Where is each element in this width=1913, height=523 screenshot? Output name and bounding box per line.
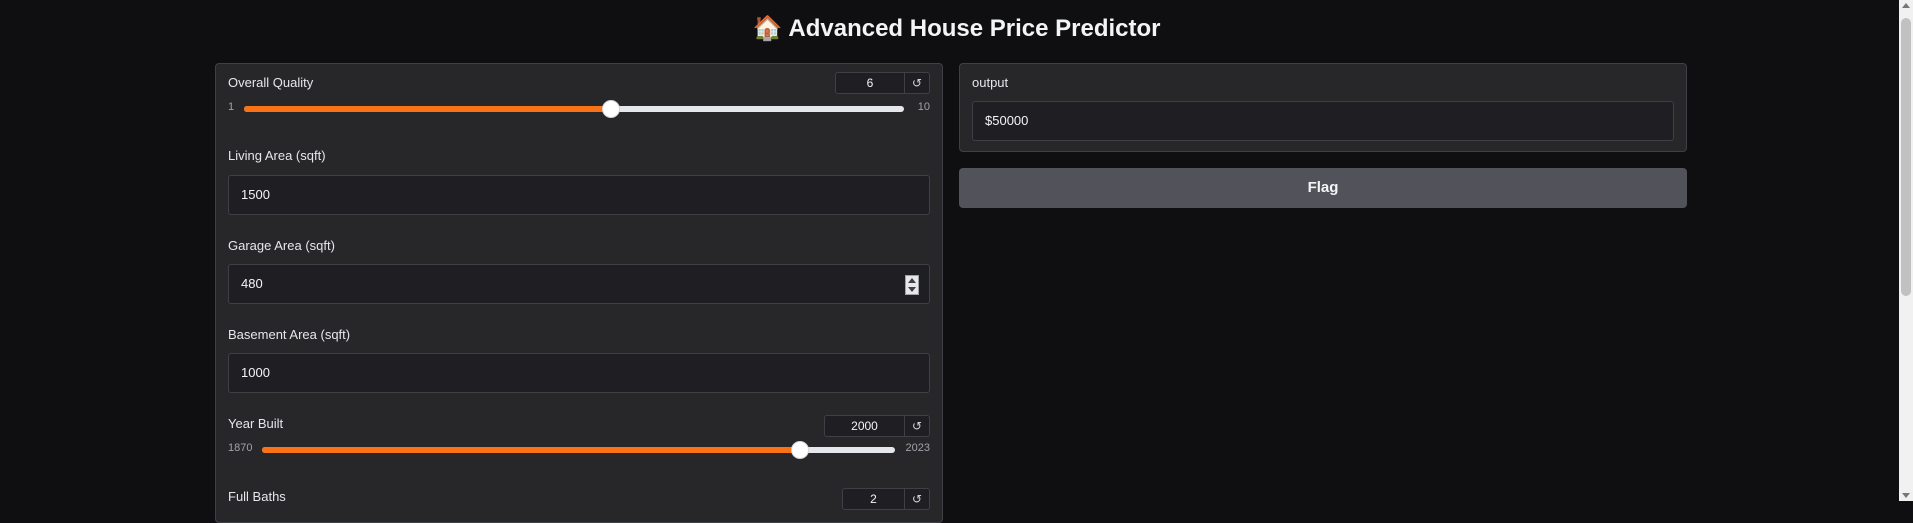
garage-area-input[interactable]: 480: [228, 264, 930, 304]
output-panel: output $50000: [959, 63, 1687, 152]
scroll-down-icon[interactable]: [1902, 493, 1910, 498]
living-area-label: Living Area (sqft): [228, 148, 326, 163]
output-label: output: [972, 75, 1009, 90]
spinner-down-icon[interactable]: [908, 287, 916, 292]
flag-button[interactable]: Flag: [959, 168, 1687, 208]
slider-thumb[interactable]: [601, 100, 620, 118]
slider-min-label: 1: [228, 101, 235, 113]
overall-quality-value[interactable]: 6: [836, 73, 904, 93]
basement-area-label: Basement Area (sqft): [228, 327, 351, 342]
garage-area-value[interactable]: 480: [241, 276, 263, 291]
scrollbar-thumb[interactable]: [1901, 18, 1911, 296]
overall-quality-label: Overall Quality: [228, 75, 314, 90]
slider-max-label: 2023: [905, 442, 930, 454]
page-title-text: Advanced House Price Predictor: [788, 15, 1161, 42]
output-textbox[interactable]: $50000: [972, 101, 1674, 141]
page-scrollbar[interactable]: [1899, 0, 1913, 501]
year-built-slider[interactable]: 1870 2023: [228, 441, 930, 459]
slider-min-label: 1870: [228, 442, 253, 454]
scroll-up-icon[interactable]: [1902, 3, 1910, 8]
reset-icon[interactable]: ↺: [904, 416, 929, 436]
slider-thumb[interactable]: [790, 441, 809, 459]
full-baths-label: Full Baths: [228, 489, 286, 504]
input-panel: Overall Quality 6 ↺ 1 10 Living Area (sq…: [215, 63, 943, 523]
slider-track[interactable]: [244, 100, 904, 118]
page-title: 🏠 Advanced House Price Predictor: [0, 14, 1913, 43]
basement-area-input[interactable]: 1000: [228, 353, 930, 393]
slider-max-label: 10: [917, 101, 930, 113]
reset-icon[interactable]: ↺: [904, 73, 929, 93]
year-built-value[interactable]: 2000: [825, 416, 904, 436]
living-area-input[interactable]: 1500: [228, 175, 930, 215]
overall-quality-slider[interactable]: 1 10: [228, 100, 930, 118]
slider-fill: [262, 447, 800, 453]
slider-fill: [244, 106, 611, 112]
full-baths-number-input[interactable]: 2 ↺: [842, 488, 930, 510]
reset-icon[interactable]: ↺: [904, 489, 929, 509]
spinner-up-icon[interactable]: [908, 278, 916, 283]
year-built-label: Year Built: [228, 416, 284, 431]
garage-area-label: Garage Area (sqft): [228, 238, 335, 253]
overall-quality-number-input[interactable]: 6 ↺: [835, 72, 930, 94]
number-spinner[interactable]: [905, 275, 919, 295]
slider-track[interactable]: [262, 441, 895, 459]
year-built-number-input[interactable]: 2000 ↺: [824, 415, 930, 437]
full-baths-value[interactable]: 2: [843, 489, 904, 509]
house-icon: 🏠: [752, 14, 783, 42]
